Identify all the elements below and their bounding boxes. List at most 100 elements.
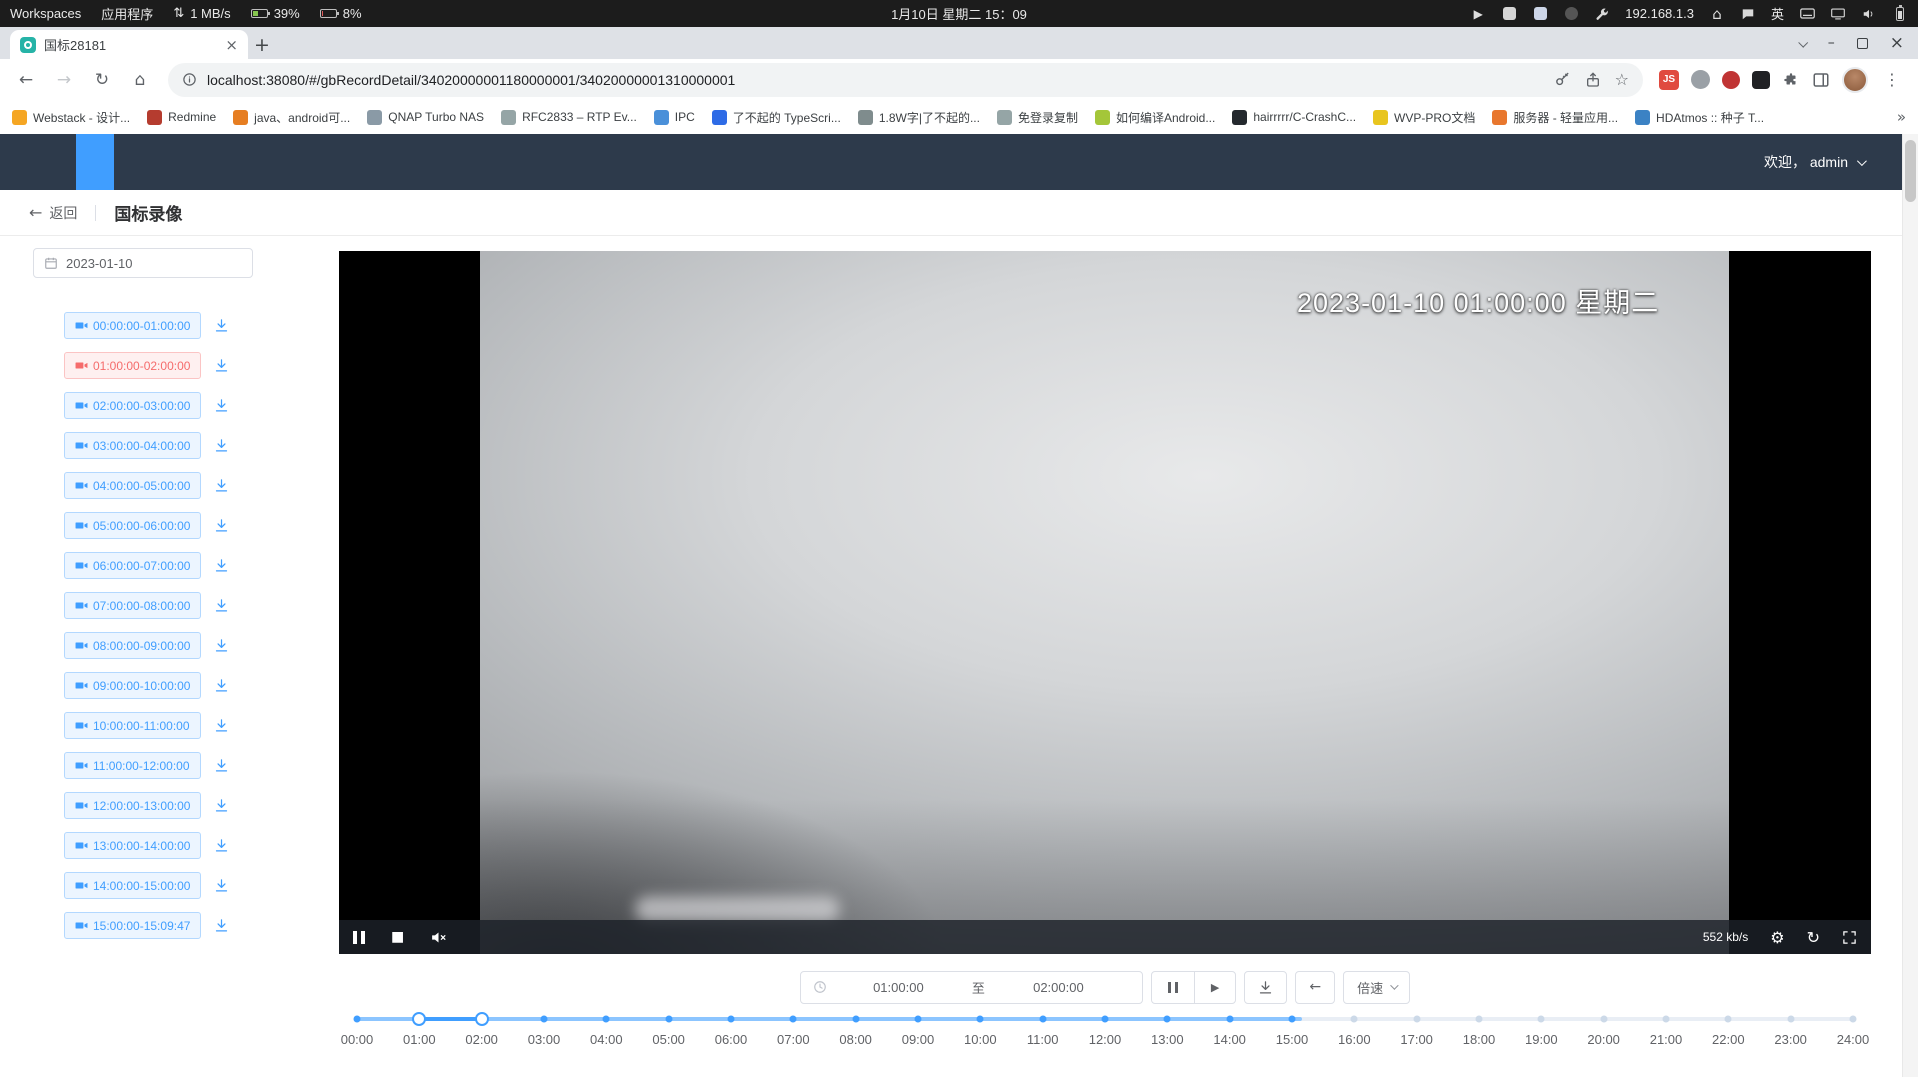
timeline-hour-dot[interactable] [1725,1016,1732,1023]
media-play-icon[interactable]: ▶ [1470,6,1486,22]
clock[interactable]: 1月10日 星期二 15：09 [891,4,1027,23]
bookmark-item[interactable]: 1.8W字|了不起的... [858,109,980,126]
nav-item[interactable] [228,134,266,190]
reload-button[interactable]: ↻ [86,64,118,96]
applications-menu-button[interactable]: 应用程序 [101,4,153,23]
bookmark-star-icon[interactable]: ☆ [1615,70,1629,89]
screenshot-tool-icon[interactable] [1501,6,1517,22]
bookmark-item[interactable]: HDAtmos :: 种子 T... [1635,109,1764,126]
nav-item[interactable] [114,134,152,190]
player-fullscreen-button[interactable] [1842,930,1857,945]
bookmark-item[interactable]: WVP-PRO文档 [1373,109,1475,126]
record-download-button[interactable] [214,798,229,813]
record-time-button[interactable]: 11:00:00-12:00:00 [64,752,201,779]
timeline-hour-dot[interactable] [1226,1016,1233,1023]
play-button[interactable]: ▶ [1194,971,1236,1004]
site-info-icon[interactable] [182,72,197,87]
timeline-hour-dot[interactable] [1538,1016,1545,1023]
playback-speed-button[interactable]: 倍速 [1343,971,1410,1004]
record-time-button[interactable]: 13:00:00-14:00:00 [64,832,201,859]
nav-item[interactable] [38,134,76,190]
timeline-hour-dot[interactable] [1351,1016,1358,1023]
record-time-button[interactable]: 14:00:00-15:00:00 [64,872,201,899]
bookmark-item[interactable]: hairrrrr/C-CrashC... [1232,110,1356,125]
record-time-button[interactable]: 06:00:00-07:00:00 [64,552,201,579]
battery-indicator[interactable]: 39% [251,6,300,21]
forward-button[interactable]: → [48,64,80,96]
record-time-button[interactable]: 08:00:00-09:00:00 [64,632,201,659]
timeline-hour-dot[interactable] [1164,1016,1171,1023]
chat-icon[interactable] [1740,6,1756,22]
timeline-hour-dot[interactable] [852,1016,859,1023]
record-download-button[interactable] [214,918,229,933]
timeline-track[interactable] [357,1012,1853,1026]
bookmark-item[interactable]: java、android可... [233,109,350,126]
password-key-icon[interactable] [1554,71,1571,88]
bookmark-item[interactable]: 如何编译Android... [1095,109,1215,126]
profile-avatar[interactable] [1842,67,1868,93]
battery-status-icon[interactable] [1892,6,1908,22]
url-text[interactable]: localhost:38080/#/gbRecordDetail/3402000… [207,72,735,88]
bookmark-item[interactable]: QNAP Turbo NAS [367,110,484,125]
nav-item[interactable] [76,134,114,190]
record-download-button[interactable] [214,358,229,373]
share-icon[interactable] [1585,72,1601,88]
record-download-button[interactable] [214,678,229,693]
timeline-hour-dot[interactable] [354,1016,361,1023]
nav-item[interactable] [304,134,342,190]
extension-icon[interactable] [1691,70,1710,89]
home-button[interactable]: ⌂ [124,64,156,96]
network-speed-indicator[interactable]: ⇅1 MB/s [173,6,230,21]
window-close-button[interactable]: × [1890,33,1904,53]
bookmark-item[interactable]: Redmine [147,110,216,125]
timeline-hour-dot[interactable] [541,1016,548,1023]
record-time-button[interactable]: 05:00:00-06:00:00 [64,512,201,539]
timeline-hour-dot[interactable] [915,1016,922,1023]
timeline-hour-dot[interactable] [1476,1016,1483,1023]
timeline-handle[interactable] [412,1012,426,1026]
timeline-hour-dot[interactable] [1039,1016,1046,1023]
clipboard-tool-icon[interactable] [1532,6,1548,22]
browser-tab[interactable]: 国标28181 × [10,30,248,59]
record-time-button[interactable]: 07:00:00-08:00:00 [64,592,201,619]
timeline-hour-dot[interactable] [1850,1016,1857,1023]
record-download-button[interactable] [214,318,229,333]
tab-search-chevron-icon[interactable] [1798,37,1808,47]
window-maximize-button[interactable] [1857,38,1868,49]
bookmark-item[interactable]: 了不起的 TypeScri... [712,109,841,126]
seek-button[interactable]: ← [1295,971,1335,1004]
timeline-hour-dot[interactable] [665,1016,672,1023]
nav-item[interactable] [152,134,190,190]
time-range-picker[interactable]: 01:00:00 至 02:00:00 [800,971,1143,1004]
back-link[interactable]: ← 返回 [29,203,77,223]
record-download-button[interactable] [214,398,229,413]
nav-item[interactable] [266,134,304,190]
timeline-hour-dot[interactable] [1289,1016,1296,1023]
browser-menu-icon[interactable]: ⋮ [1880,70,1904,89]
tools-wrench-icon[interactable] [1594,6,1610,22]
pause-button[interactable] [1151,971,1195,1004]
player-settings-button[interactable]: ⚙ [1770,928,1784,947]
date-picker-input[interactable]: 2023-01-10 [33,248,253,278]
record-time-button[interactable]: 04:00:00-05:00:00 [64,472,201,499]
volume-icon[interactable] [1861,6,1877,22]
workspaces-button[interactable]: Workspaces [10,6,81,21]
bookmark-item[interactable]: RFC2833 – RTP Ev... [501,110,637,125]
timeline-hour-dot[interactable] [977,1016,984,1023]
record-download-button[interactable] [214,558,229,573]
player-pause-button[interactable] [353,931,365,944]
download-button[interactable] [1244,971,1287,1004]
side-panel-icon[interactable] [1812,71,1830,89]
timeline-hour-dot[interactable] [728,1016,735,1023]
more-bookmarks-button[interactable]: » [1897,108,1906,126]
record-time-button[interactable]: 03:00:00-04:00:00 [64,432,201,459]
bookmark-item[interactable]: Webstack - 设计... [12,109,130,126]
record-download-button[interactable] [214,758,229,773]
address-bar[interactable]: localhost:38080/#/gbRecordDetail/3402000… [168,63,1643,97]
video-player[interactable]: 2023-01-10 01:00:00 星期二 ■ 552 kb/s ⚙ ↻ [339,251,1871,954]
bookmark-item[interactable]: 免登录复制 [997,109,1078,126]
tab-close-icon[interactable]: × [225,36,238,54]
user-menu[interactable]: 欢迎， admin [1764,134,1902,190]
extensions-puzzle-icon[interactable] [1782,71,1800,89]
record-download-button[interactable] [214,518,229,533]
